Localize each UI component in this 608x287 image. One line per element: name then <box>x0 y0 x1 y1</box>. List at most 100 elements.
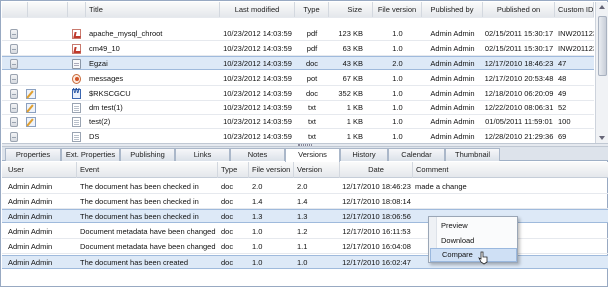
table-row[interactable]: cm49_10 10/23/2012 14:03:59 pdf 63 KB 1.… <box>2 42 594 56</box>
tab-notes[interactable]: Notes <box>230 148 285 161</box>
column-header-file-version[interactable]: File version <box>249 162 294 178</box>
tab-links[interactable]: Links <box>175 148 230 161</box>
txt-icon <box>72 103 81 113</box>
doc-published-by: Admin Admin <box>430 74 475 83</box>
doc-size: 352 KB <box>338 89 363 98</box>
doc-file-version: 1.0 <box>392 74 403 83</box>
doc-size: 43 KB <box>342 59 363 68</box>
doc-published-by: Admin Admin <box>430 59 475 68</box>
tab-calendar[interactable]: Calendar <box>388 148 445 161</box>
column-header-user[interactable]: User <box>2 162 77 178</box>
scroll-down-icon[interactable] <box>599 136 605 140</box>
version-number: 1.2 <box>297 227 308 236</box>
version-user: Admin Admin <box>8 212 53 221</box>
pdf-icon <box>72 29 81 39</box>
tab-ext-properties[interactable]: Ext. Properties <box>61 148 120 161</box>
word-icon <box>72 88 81 99</box>
doc-published-on: 12/17/2010 20:53:48 <box>484 74 554 83</box>
details-tabbar: Properties Ext. Properties Publishing Li… <box>2 147 608 162</box>
version-date: 12/17/2010 18:06:56 <box>342 212 411 221</box>
doc-type: txt <box>308 132 316 141</box>
doc-title[interactable]: cm49_10 <box>89 42 219 56</box>
doc-published-by: Admin Admin <box>430 117 475 126</box>
version-number: 1.3 <box>297 212 308 221</box>
table-row[interactable]: dm test(1) 10/23/2012 14:03:59 txt 1 KB … <box>2 101 594 115</box>
edit-icon[interactable] <box>26 89 36 99</box>
doc-size: 1 KB <box>346 103 363 112</box>
menu-item-download[interactable]: Download <box>430 234 517 248</box>
version-file-version: 1.3 <box>252 212 263 221</box>
table-row[interactable]: Admin Admin The document has been checke… <box>2 195 608 209</box>
tab-properties[interactable]: Properties <box>5 148 61 161</box>
tab-publishing[interactable]: Publishing <box>120 148 175 161</box>
tab-versions[interactable]: Versions <box>285 148 340 162</box>
doc-title[interactable]: $RKSCGCU <box>89 87 219 101</box>
version-user: Admin Admin <box>8 258 53 267</box>
lock-icon <box>10 89 18 99</box>
doc-title[interactable]: DS <box>89 130 219 143</box>
edit-icon[interactable] <box>26 103 36 113</box>
version-file-version: 2.0 <box>252 182 263 191</box>
table-row[interactable]: DS 10/23/2012 14:03:59 txt 1 KB 1.0 Admi… <box>2 130 594 143</box>
doc-custom-id: INW2011236 <box>558 29 594 38</box>
column-header-version[interactable]: Version <box>294 162 340 178</box>
lock-icon <box>10 74 18 84</box>
version-user: Admin Admin <box>8 242 53 251</box>
doc-title[interactable]: Egzai <box>89 57 219 71</box>
doc-published-by: Admin Admin <box>430 103 475 112</box>
doc-custom-id: 52 <box>558 103 567 112</box>
doc-published-by: Admin Admin <box>430 29 475 38</box>
table-row[interactable]: Admin Admin The document has been checke… <box>2 180 608 194</box>
column-header-comment[interactable]: Comment <box>413 162 608 178</box>
menu-item-preview[interactable]: Preview <box>430 219 517 233</box>
splitter-grip-icon[interactable] <box>298 144 312 146</box>
column-header-event[interactable]: Event <box>77 162 218 178</box>
context-menu: Preview Download Compare <box>428 216 518 263</box>
doc-file-version: 2.0 <box>392 59 403 68</box>
column-header-type[interactable]: Type <box>218 162 249 178</box>
doc-title[interactable]: dm test(1) <box>89 101 219 115</box>
lock-icon <box>10 117 18 127</box>
version-comment: made a change <box>415 182 467 191</box>
menu-item-compare[interactable]: Compare <box>430 248 517 262</box>
version-event: The document has been checked in <box>80 182 199 191</box>
doc-title[interactable]: messages <box>89 72 219 86</box>
documents-scrollbar[interactable] <box>595 2 608 143</box>
tab-thumbnail[interactable]: Thumbnail <box>445 148 500 161</box>
table-row[interactable]: apache_mysql_chroot 10/23/2012 14:03:59 … <box>2 27 594 41</box>
doc-published-on: 12/18/2010 06:20:09 <box>484 89 554 98</box>
version-user: Admin Admin <box>8 227 53 236</box>
table-row[interactable]: test(2) 10/23/2012 14:03:59 txt 1 KB 1.0… <box>2 115 594 129</box>
scroll-thumb[interactable] <box>598 16 607 76</box>
doc-title[interactable]: test(2) <box>89 115 219 129</box>
version-event: Document metadata have been changed <box>80 227 216 236</box>
doc-published-by: Admin Admin <box>430 44 475 53</box>
doc-custom-id: 100 <box>558 117 571 126</box>
version-number: 1.0 <box>297 258 308 267</box>
scroll-up-icon[interactable] <box>599 5 605 9</box>
version-user: Admin Admin <box>8 182 53 191</box>
doc-icon <box>72 59 81 69</box>
column-header-date[interactable]: Date <box>340 162 413 178</box>
table-row[interactable] <box>2 10 594 18</box>
lock-icon <box>10 103 18 113</box>
table-row[interactable]: messages 10/23/2012 14:03:59 pot 67 KB 1… <box>2 72 594 86</box>
doc-size: 1 KB <box>346 132 363 141</box>
doc-custom-id: 69 <box>558 132 567 141</box>
documents-panel: Title Last modified Type Size File versi… <box>0 0 608 287</box>
table-row-selected[interactable]: Egzai 10/23/2012 14:03:59 doc 43 KB 2.0 … <box>2 56 594 70</box>
doc-modified: 10/23/2012 14:03:59 <box>223 29 292 38</box>
tab-history[interactable]: History <box>340 148 388 161</box>
version-event: The document has been created <box>80 258 188 267</box>
doc-title[interactable]: apache_mysql_chroot <box>89 27 219 41</box>
edit-icon[interactable] <box>26 117 36 127</box>
pdf-icon <box>72 44 81 54</box>
doc-file-version: 1.0 <box>392 44 403 53</box>
doc-type: pdf <box>306 44 318 53</box>
doc-modified: 10/23/2012 14:03:59 <box>223 117 292 126</box>
doc-type: doc <box>305 59 319 68</box>
version-comment <box>415 195 605 209</box>
table-row[interactable]: $RKSCGCU 10/23/2012 14:03:59 doc 352 KB … <box>2 87 594 101</box>
doc-custom-id: 49 <box>558 89 567 98</box>
version-date: 12/17/2010 16:04:08 <box>342 242 411 251</box>
